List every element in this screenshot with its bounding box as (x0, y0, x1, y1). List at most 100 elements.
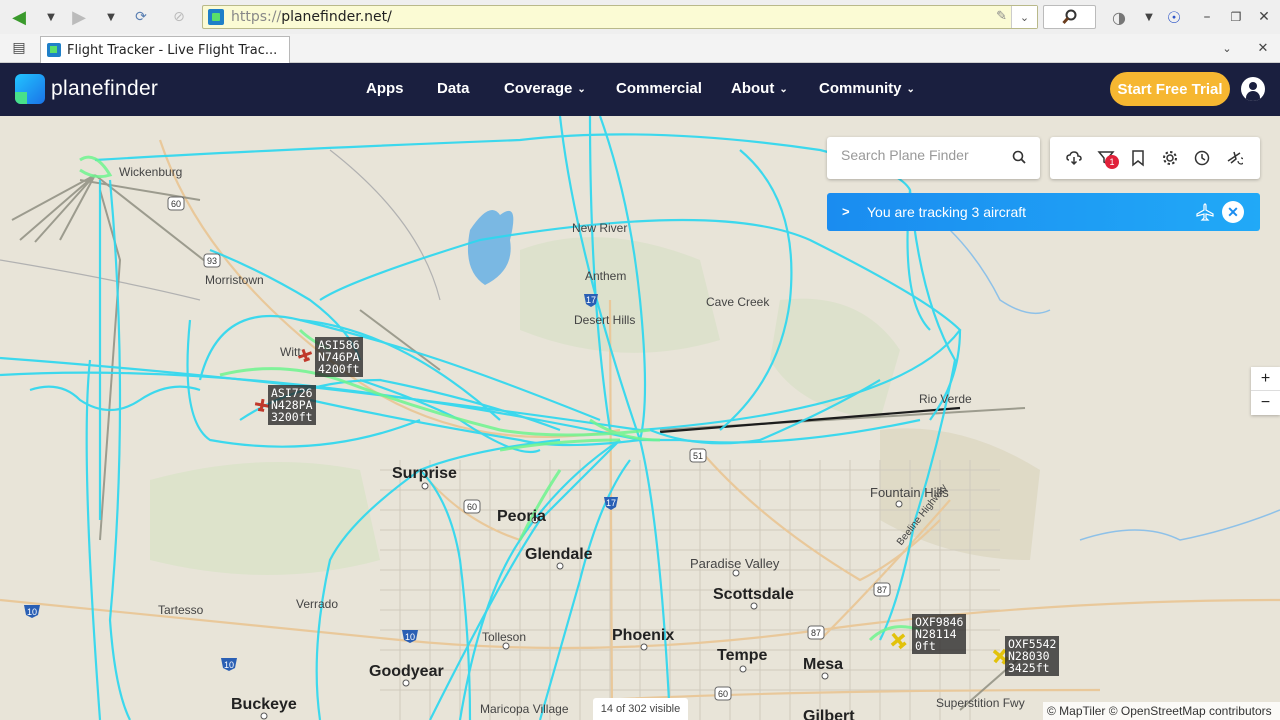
close-tab-icon[interactable]: ✕ (1252, 37, 1274, 59)
address-bar[interactable]: https://planefinder.net/ ✎ ⌄ (202, 5, 1038, 29)
history-clock-icon[interactable] (1193, 149, 1211, 167)
start-free-trial-button[interactable]: Start Free Trial (1110, 72, 1230, 106)
place-rio-verde: Rio Verde (919, 392, 972, 406)
aircraft-oxf9846-icon[interactable] (887, 629, 910, 652)
zoom-out-button[interactable]: − (1251, 391, 1280, 415)
tab-favicon-icon (47, 43, 61, 57)
svg-text:10: 10 (405, 632, 415, 642)
chevron-down-icon: ⌄ (779, 84, 788, 95)
tracking-text: You are tracking 3 aircraft (867, 204, 1027, 220)
place-paradise-valley: Paradise Valley (690, 556, 780, 571)
svg-text:17: 17 (606, 498, 616, 508)
aircraft-label-asi726[interactable]: ASI726 N428PA 3200ft (268, 385, 316, 425)
place-mesa: Mesa (803, 656, 844, 673)
search-icon[interactable] (1012, 150, 1026, 164)
place-wittmann: Witt (280, 345, 301, 359)
tab-list-icon[interactable]: ▤ (8, 37, 30, 59)
site-header: planefinder Apps Data Coverage ⌄ Commerci… (0, 63, 1280, 116)
url-dropdown-icon[interactable]: ⌄ (1011, 6, 1037, 28)
place-superstition-fwy: Superstition Fwy (936, 696, 1025, 710)
site-favicon-icon (208, 9, 224, 25)
weather-layer-icon[interactable] (1065, 149, 1083, 167)
svg-text:60: 60 (467, 502, 477, 512)
place-new-river: New River (572, 221, 628, 235)
reload-icon[interactable]: ⟳ (130, 6, 152, 28)
user-account-icon[interactable] (1241, 77, 1265, 101)
highway-shield-10-west: 10 (24, 605, 40, 618)
svg-text:93: 93 (207, 256, 217, 266)
highway-shield-17: 17 (604, 497, 618, 510)
place-anthem: Anthem (585, 269, 627, 283)
nav-about[interactable]: About ⌄ (731, 80, 788, 97)
svg-text:87: 87 (877, 585, 887, 595)
nav-apps[interactable]: Apps (366, 80, 404, 97)
forward-history-chevron-icon[interactable]: ▼ (100, 6, 122, 28)
nav-coverage[interactable]: Coverage ⌄ (504, 80, 586, 97)
browser-search-button[interactable] (1043, 5, 1096, 29)
svg-text:60: 60 (718, 689, 728, 699)
extension-icon[interactable]: ◑ (1108, 6, 1130, 28)
nav-data[interactable]: Data (437, 80, 470, 97)
zoom-in-button[interactable]: + (1251, 367, 1280, 391)
highway-shield-60-west: 60 (463, 499, 481, 514)
map-search-input[interactable] (841, 147, 1001, 163)
expand-chevron-icon[interactable]: > (842, 204, 850, 219)
place-wickenburg: Wickenburg (119, 165, 183, 179)
planefinder-logo[interactable]: planefinder (15, 74, 158, 104)
browser-toolbar: ◀ ▼ ▶ ▼ ⟳ ⊘ https://planefinder.net/ ✎ ⌄… (0, 0, 1280, 34)
highway-shield-93: 93 (203, 253, 221, 268)
place-phoenix: Phoenix (612, 627, 675, 644)
svg-text:51: 51 (693, 451, 703, 461)
3d-view-plane-icon[interactable] (1225, 149, 1243, 167)
zoom-control: + − (1251, 367, 1280, 415)
place-cave-creek: Cave Creek (706, 295, 770, 309)
map-tools-bar (1050, 137, 1260, 179)
map-attribution[interactable]: © MapTiler © OpenStreetMap contributors (1043, 702, 1280, 720)
key-icon: ✎ (996, 9, 1007, 24)
back-history-chevron-icon[interactable]: ▼ (40, 6, 62, 28)
close-window-icon[interactable]: ✕ (1253, 6, 1275, 28)
aircraft-label-oxf5542[interactable]: OXF5542 N28030 3425ft (1005, 636, 1060, 676)
highway-shield-87: 87 (873, 582, 891, 597)
tracking-banner[interactable]: > You are tracking 3 aircraft ✕ (827, 193, 1260, 231)
tab-bar: ▤ Flight Tracker - Live Flight Trac... ⌄… (0, 34, 1280, 63)
highway-shield-87-south: 87 (807, 625, 825, 640)
bookmark-icon[interactable] (1129, 149, 1147, 167)
place-surprise: Surprise (392, 465, 457, 482)
svg-text:10: 10 (27, 607, 37, 617)
place-buckeye: Buckeye (231, 696, 297, 713)
place-tolleson: Tolleson (482, 630, 527, 644)
logo-text: planefinder (51, 77, 159, 100)
nav-community[interactable]: Community ⌄ (819, 80, 915, 97)
restore-window-icon[interactable]: ❐ (1225, 6, 1247, 28)
place-morristown: Morristown (205, 273, 264, 287)
minimize-window-icon[interactable]: – (1196, 6, 1218, 28)
place-tartesso: Tartesso (158, 603, 204, 617)
extension-menu-chevron-icon[interactable]: ▼ (1138, 6, 1160, 28)
place-tempe: Tempe (717, 647, 768, 664)
planefinder-logo-icon (15, 74, 45, 104)
magnifier-icon (1061, 9, 1076, 25)
aircraft-label-asi586[interactable]: ASI586 N746PA 4200ft (315, 337, 363, 377)
place-verrado: Verrado (296, 597, 339, 611)
close-tracking-icon[interactable]: ✕ (1222, 201, 1244, 223)
aircraft-label-oxf9846[interactable]: OXF9846 N28114 0ft (912, 614, 967, 654)
back-arrow-icon[interactable]: ◀ (8, 6, 30, 28)
nav-commercial[interactable]: Commercial (616, 80, 702, 97)
settings-gear-icon[interactable] (1161, 149, 1179, 167)
chevron-down-icon: ⌄ (906, 84, 915, 95)
place-peoria: Peoria (497, 508, 546, 525)
tab-flight-tracker[interactable]: Flight Tracker - Live Flight Trac... (40, 36, 290, 63)
svg-text:17: 17 (586, 295, 596, 305)
tab-overflow-chevron-icon[interactable]: ⌄ (1216, 37, 1238, 59)
browser-logo-icon[interactable]: ☉ (1163, 6, 1185, 28)
place-scottsdale: Scottsdale (713, 586, 794, 603)
filter-count-badge: 1 (1105, 155, 1119, 169)
visible-aircraft-count: 14 of 302 visible (593, 698, 688, 720)
tab-title: Flight Tracker - Live Flight Trac... (67, 42, 278, 58)
highway-shield-60-east: 60 (714, 686, 732, 701)
place-gilbert: Gilbert (803, 708, 855, 720)
highway-shield-10-south: 10 (221, 658, 237, 671)
stop-icon[interactable]: ⊘ (168, 6, 190, 28)
forward-arrow-icon[interactable]: ▶ (68, 6, 90, 28)
